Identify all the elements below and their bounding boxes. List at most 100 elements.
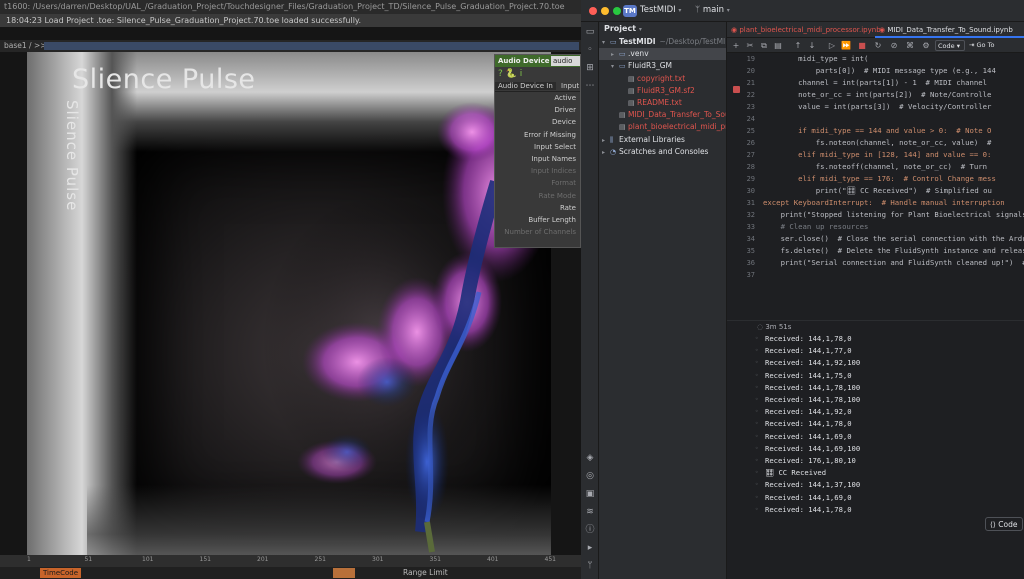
- timeline-tick: 451: [544, 556, 556, 563]
- td-network-path-bar[interactable]: base1 / >>: [0, 40, 581, 52]
- code-line[interactable]: print("Serial connection and FluidSynth …: [763, 257, 1024, 269]
- project-badge[interactable]: TM: [623, 5, 637, 17]
- layers-icon[interactable]: ≋: [584, 506, 596, 518]
- file-icon: ▤: [619, 111, 626, 120]
- python-packages-icon[interactable]: ◈: [584, 452, 596, 464]
- output-line-icon: ◦: [755, 420, 759, 428]
- maximize-window-button[interactable]: [613, 7, 621, 15]
- tree-item[interactable]: ▸ ◔ Scratches and Consoles: [599, 146, 726, 158]
- variables-icon[interactable]: ⌘: [905, 38, 915, 53]
- code-line[interactable]: fs.noteoff(channel, note_or_cc) # Turn: [763, 161, 987, 173]
- timecode-button[interactable]: TimeCode: [40, 568, 82, 578]
- tree-item[interactable]: ▸ ▭ .venv: [599, 48, 726, 61]
- line-number: 36: [746, 259, 755, 267]
- cell-type-select[interactable]: Code ▾: [935, 40, 965, 51]
- code-line[interactable]: channel = int(parts[1]) - 1 # MIDI chann…: [763, 77, 987, 89]
- tab-midi-data-transfer[interactable]: ◉ MIDI_Data_Transfer_To_Sound.ipynb: [875, 22, 1024, 38]
- services-icon[interactable]: ◎: [584, 470, 596, 482]
- code-line[interactable]: ser.close() # Close the serial connectio…: [763, 233, 1024, 245]
- tree-item[interactable]: ▾ ▭ TestMIDI ~/Desktop/TestMIDI: [599, 36, 727, 48]
- line-number: 26: [746, 139, 755, 147]
- terminal-icon[interactable]: ▸: [584, 542, 596, 554]
- copy-icon[interactable]: ⧉: [759, 38, 769, 53]
- chevron-right-icon[interactable]: ▸: [611, 49, 619, 60]
- tree-item[interactable]: ▸ ⫼ External Libraries: [599, 134, 726, 146]
- output-line-icon: ◦: [755, 335, 759, 342]
- python-icon[interactable]: 🐍: [506, 69, 517, 79]
- more-icon[interactable]: ⋯: [584, 80, 596, 92]
- info-icon[interactable]: i: [520, 69, 523, 79]
- tab-audio-device-in[interactable]: Audio Device In: [495, 82, 556, 90]
- code-line[interactable]: fs.delete() # Delete the FluidSynth inst…: [763, 245, 1024, 257]
- git-icon[interactable]: ᛘ: [584, 560, 596, 572]
- chevron-right-icon[interactable]: ▸: [602, 147, 610, 158]
- code-line[interactable]: note_or_cc = int(parts[2]) # Note/Contro…: [763, 89, 991, 101]
- network-path[interactable]: base1 / >>: [4, 41, 47, 50]
- td-title-bar: t1600: /Users/darren/Desktop/UAL_/Gradua…: [0, 0, 581, 14]
- code-line[interactable]: midi_type = int(: [763, 53, 868, 65]
- minimize-window-button[interactable]: [601, 7, 609, 15]
- tree-item[interactable]: ▤ copyright.txt: [599, 73, 726, 85]
- project-switcher[interactable]: TestMIDI ▾: [640, 5, 681, 15]
- playhead-marker[interactable]: [333, 568, 355, 578]
- cell-output: ◌ 3m 51s ◦ Received: 144,1,78,0 ◦ Received:…: [727, 320, 1024, 514]
- param-label: Input Select: [534, 142, 576, 151]
- td-output-viewer[interactable]: Slience Pulse Slience Pulse: [27, 52, 551, 555]
- tree-item-path: ~/Desktop/TestMIDI: [659, 37, 727, 46]
- tree-item[interactable]: ▤ FluidR3_GM.sf2: [599, 85, 726, 97]
- commit-icon[interactable]: ◦: [584, 44, 596, 56]
- tree-item[interactable]: ▤plant_bioelectrical_midi_processor.ipyn…: [599, 121, 726, 133]
- code-line[interactable]: if midi_type == 144 and value > 0: # Not…: [763, 125, 991, 137]
- tree-item[interactable]: ▤MIDI_Data_Transfer_To_Sound.ipynb: [599, 109, 726, 121]
- code-line[interactable]: print("Stopped listening for Plant Bioel…: [763, 209, 1024, 221]
- problems-icon[interactable]: ⓘ: [584, 524, 596, 536]
- project-panel-header[interactable]: Project ▾: [599, 22, 726, 36]
- git-branch-icon: ᛘ: [695, 5, 701, 15]
- output-line-icon: ◦: [755, 408, 759, 416]
- tree-item-label: .venv: [628, 49, 649, 59]
- code-line[interactable]: elif midi_type in [128, 144] and value =…: [763, 149, 991, 161]
- chevron-down-icon[interactable]: ▾: [602, 37, 610, 48]
- help-icon[interactable]: ?: [498, 69, 503, 79]
- code-line[interactable]: except KeyboardInterrupt: # Handle manua…: [763, 197, 1005, 209]
- operator-name-field[interactable]: audio: [551, 56, 580, 66]
- tab-plant-bioelectrical[interactable]: ◉ plant_bioelectrical_midi_processor.ipy…: [727, 22, 881, 38]
- tool-window-strip: ▭ ◦ ⊞ ⋯ ◈ ◎ ▣ ≋ ⓘ ▸ ᛘ: [581, 22, 599, 579]
- run-all-icon[interactable]: ⏩: [841, 38, 851, 53]
- code-line[interactable]: value = int(parts[3]) # Velocity/Control…: [763, 101, 991, 113]
- python-console-icon[interactable]: ▣: [584, 488, 596, 500]
- code-line[interactable]: elif midi_type == 176: # Control Change …: [763, 173, 996, 185]
- output-line: Received: 144,1,75,0: [765, 370, 852, 380]
- chevron-right-icon[interactable]: ▸: [602, 135, 610, 146]
- move-up-icon[interactable]: ↑: [793, 38, 803, 53]
- move-down-icon[interactable]: ↓: [807, 38, 817, 53]
- line-number: 31: [746, 199, 755, 207]
- code-line[interactable]: fs.noteon(channel, note_or_cc, value) #: [763, 137, 992, 149]
- paste-icon[interactable]: ▤: [773, 38, 783, 53]
- close-window-button[interactable]: [589, 7, 597, 15]
- stop-icon[interactable]: ■: [857, 38, 867, 53]
- breakpoint-icon[interactable]: [733, 86, 740, 93]
- code-toggle-button[interactable]: ⟨⟩ Code: [985, 517, 1023, 531]
- restart-kernel-icon[interactable]: ↻: [873, 38, 883, 53]
- settings-icon[interactable]: ⚙: [921, 38, 931, 53]
- run-cell-icon[interactable]: ▷: [827, 38, 837, 53]
- tree-item[interactable]: ▤ README.txt: [599, 97, 726, 109]
- tree-item[interactable]: ▾ ▭ FluidR3_GM: [599, 60, 726, 72]
- chevron-down-icon[interactable]: ▾: [611, 61, 619, 72]
- folder-icon[interactable]: ▭: [584, 26, 596, 38]
- parameter-panel[interactable]: Audio Device In audio ? 🐍 i Audio Device…: [494, 54, 581, 248]
- timeline-ruler[interactable]: 1 51 101 151 201 251 301 351 401 451: [0, 555, 581, 567]
- cut-icon[interactable]: ✂: [745, 38, 755, 53]
- tab-input[interactable]: Input: [558, 82, 580, 90]
- goto-button[interactable]: ⇥ Go To: [969, 40, 994, 51]
- structure-icon[interactable]: ⊞: [584, 62, 596, 74]
- code-line[interactable]: print("🎛 CC Received") # Simplified ou: [763, 185, 992, 197]
- clear-outputs-icon[interactable]: ⊘: [889, 38, 899, 53]
- output-line: Received: 144,1,92,100: [765, 358, 861, 368]
- add-cell-icon[interactable]: +: [731, 38, 741, 53]
- code-line[interactable]: # Clean up resources: [763, 221, 869, 233]
- code-cell[interactable]: 19 20 21 22 23 24 25 26 27 28 29 30 31 32 33 34 35 36 37 m…: [727, 53, 1024, 323]
- branch-switcher[interactable]: ᛘ main ▾: [695, 5, 730, 15]
- code-line[interactable]: parts[0]) # MIDI message type (e.g., 144: [763, 65, 996, 77]
